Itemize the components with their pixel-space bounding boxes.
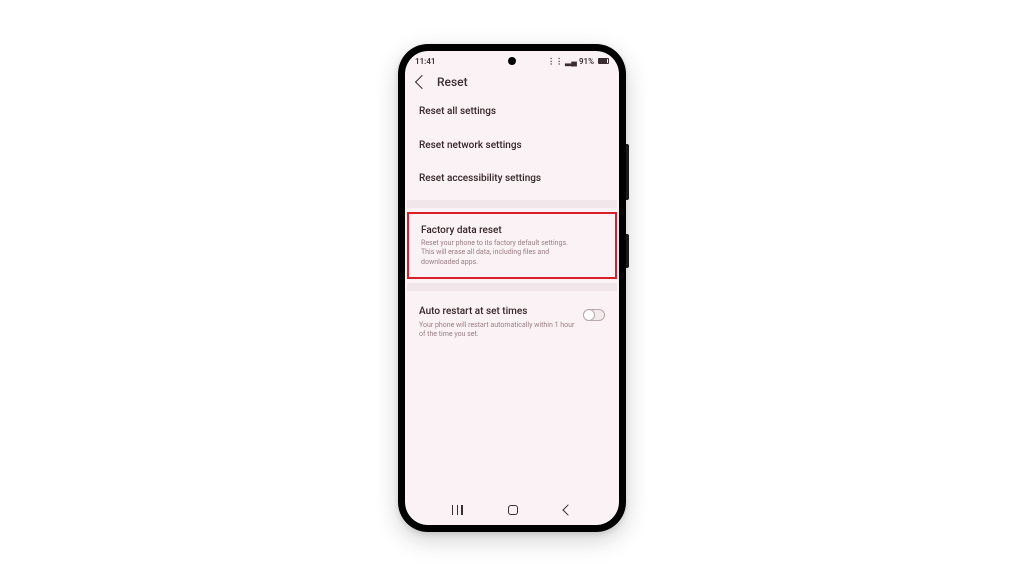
recents-button[interactable]: [452, 505, 463, 515]
back-icon[interactable]: [415, 75, 429, 89]
item-label: Reset all settings: [419, 105, 605, 119]
item-label: Auto restart at set times: [419, 305, 605, 319]
status-right: ⋮⋮ ▂▄ 91%: [547, 57, 609, 66]
back-button[interactable]: [562, 504, 573, 515]
page-title: Reset: [437, 75, 468, 89]
signal-icon: ▂▄: [565, 57, 577, 66]
item-label: Factory data reset: [421, 224, 603, 238]
volume-button[interactable]: [626, 144, 629, 200]
item-label: Reset network settings: [419, 139, 605, 153]
auto-restart-toggle[interactable]: [583, 309, 605, 321]
item-reset-accessibility-settings[interactable]: Reset accessibility settings: [407, 162, 617, 196]
item-auto-restart[interactable]: Auto restart at set times Your phone wil…: [407, 295, 617, 349]
item-description: Your phone will restart automatically wi…: [419, 321, 579, 340]
section-divider: [407, 283, 617, 291]
phone-screen: 11:41 ⋮⋮ ▂▄ 91% Reset Reset all settings…: [405, 51, 619, 525]
power-button[interactable]: [626, 234, 629, 268]
battery-icon: [598, 58, 609, 64]
home-button[interactable]: [508, 505, 518, 515]
stage: 11:41 ⋮⋮ ▂▄ 91% Reset Reset all settings…: [0, 0, 1024, 576]
item-reset-all-settings[interactable]: Reset all settings: [407, 95, 617, 129]
front-camera: [508, 57, 516, 65]
section-divider: [407, 200, 617, 208]
wifi-icon: ⋮⋮: [547, 57, 563, 66]
item-description: Reset your phone to its factory default …: [421, 239, 581, 267]
item-reset-network-settings[interactable]: Reset network settings: [407, 129, 617, 163]
item-factory-data-reset[interactable]: Factory data reset Reset your phone to i…: [407, 212, 617, 280]
status-time: 11:41: [415, 57, 435, 66]
android-nav-bar: [405, 499, 619, 525]
phone-device: 11:41 ⋮⋮ ▂▄ 91% Reset Reset all settings…: [398, 44, 626, 532]
page-header: Reset: [405, 71, 619, 95]
settings-list: Reset all settings Reset network setting…: [405, 95, 619, 499]
item-label: Reset accessibility settings: [419, 172, 605, 186]
battery-text: 91%: [579, 57, 594, 66]
